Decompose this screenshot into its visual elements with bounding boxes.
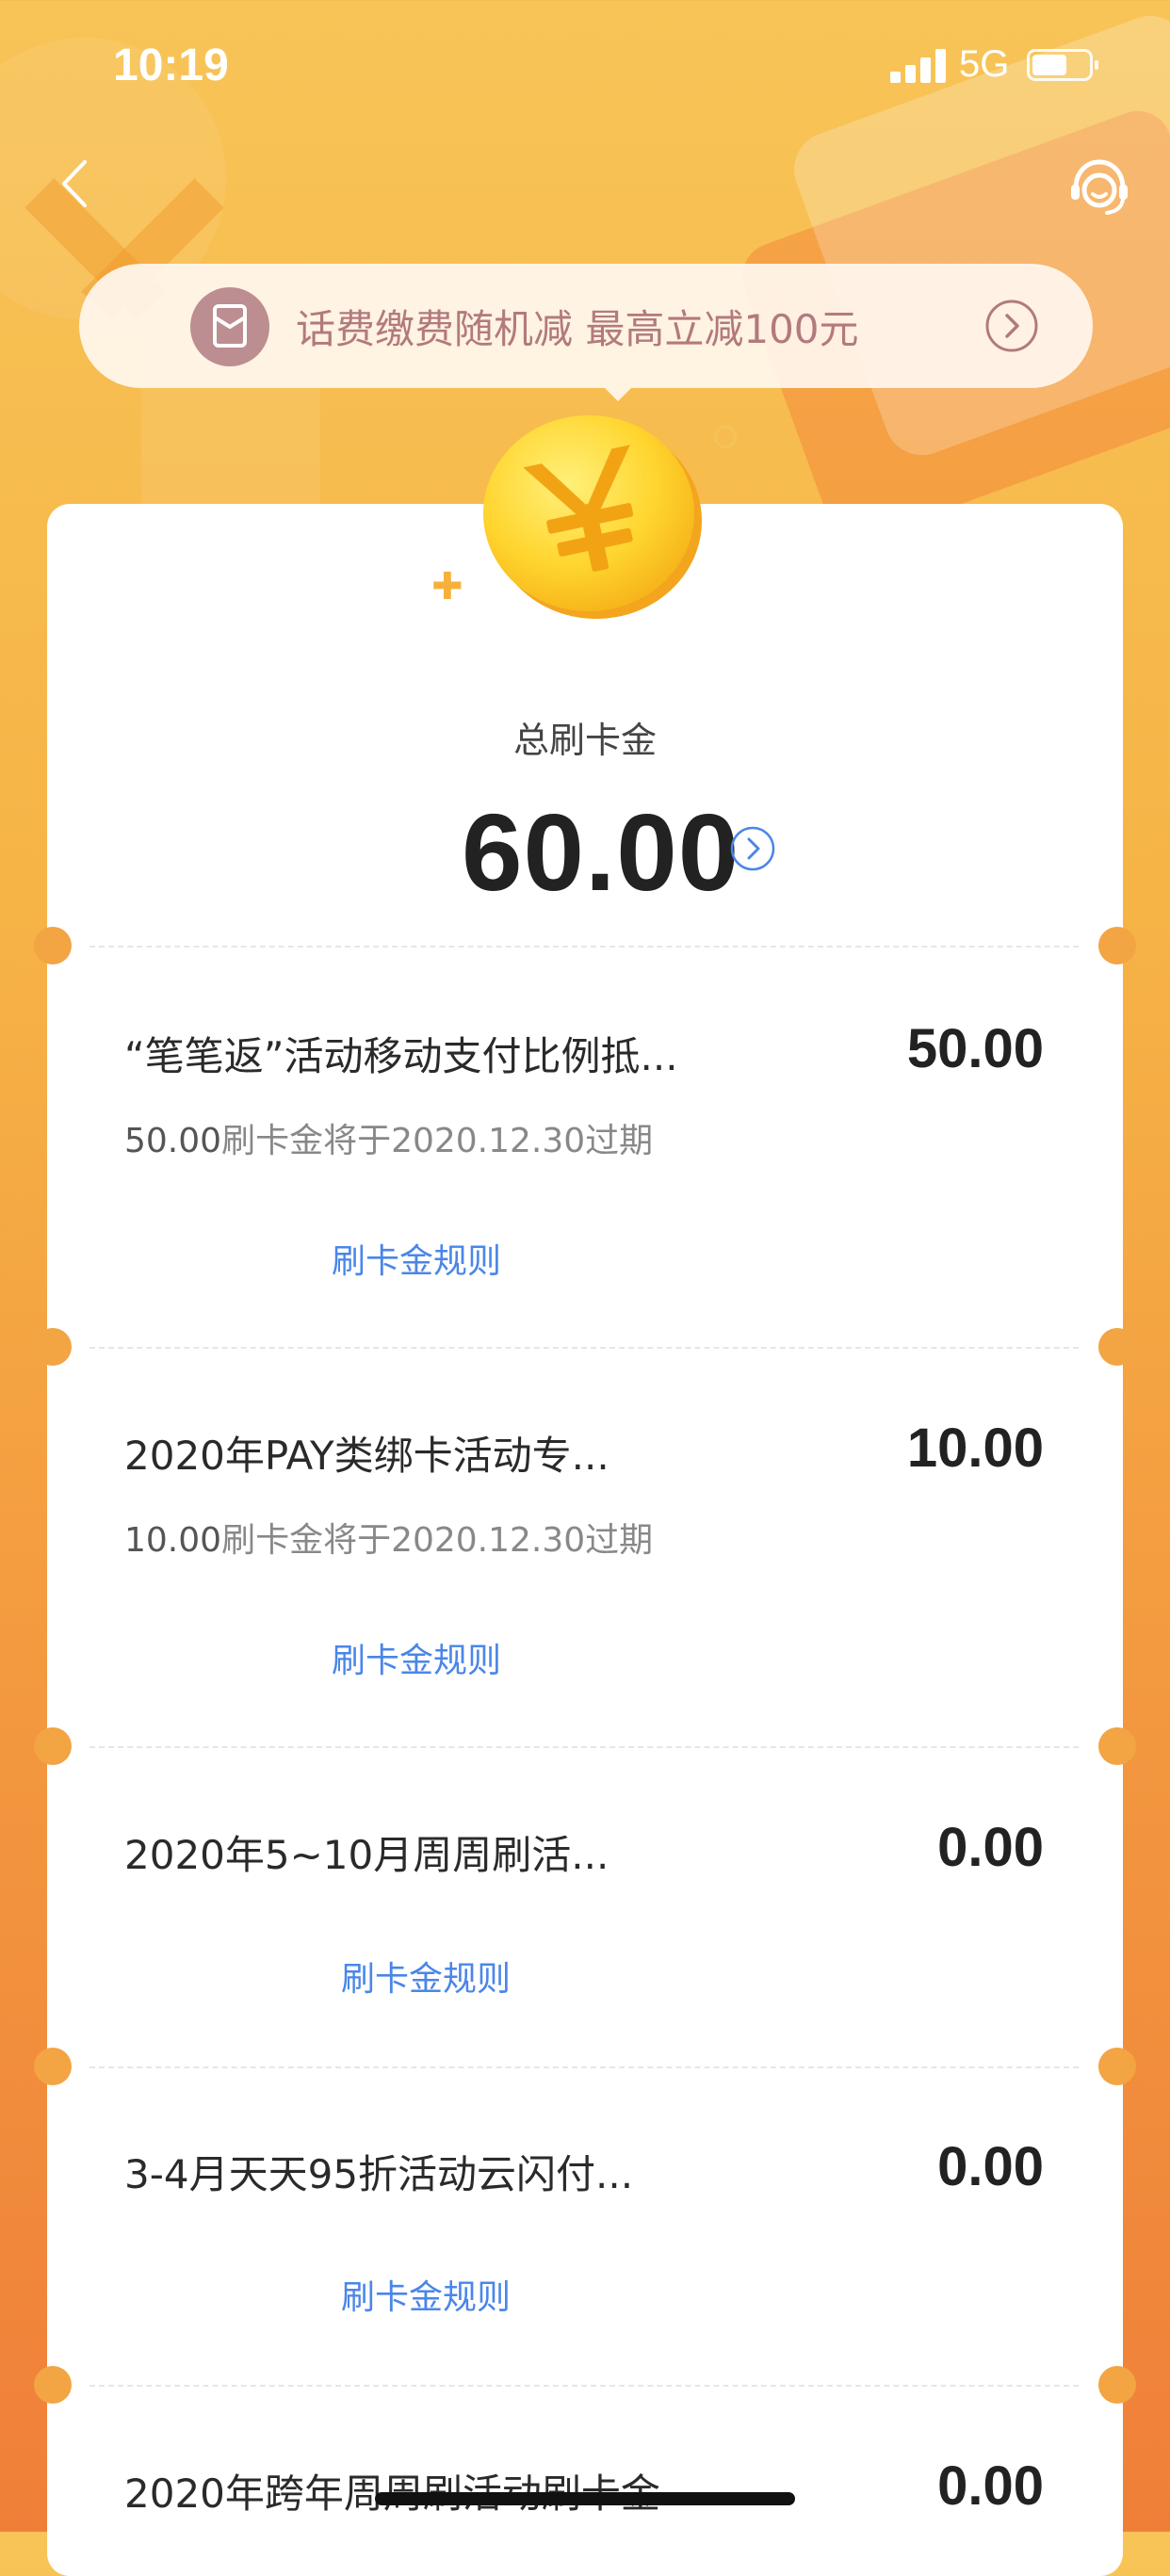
dashed-divider bbox=[89, 946, 1079, 948]
item-amount: 50.00 bbox=[906, 1018, 1044, 1079]
rules-link[interactable]: 刷卡金规则 bbox=[332, 1234, 501, 1283]
circle-decoration bbox=[714, 426, 737, 448]
ticket-notch bbox=[1098, 927, 1136, 964]
item-title: 2020年5~10月周周刷活... bbox=[124, 1832, 609, 1878]
chevron-right-circle-icon bbox=[730, 826, 775, 871]
expiry-amount: 50.00 bbox=[124, 1122, 222, 1160]
ticket-notch bbox=[34, 1727, 72, 1765]
total-label: 总刷卡金 bbox=[512, 720, 657, 761]
ticket-notch bbox=[34, 927, 72, 964]
item-title: “笔笔返”活动移动支付比例抵... bbox=[124, 1033, 678, 1079]
status-bar: 10:19 5G bbox=[0, 0, 1170, 132]
rules-link[interactable]: 刷卡金规则 bbox=[332, 1633, 501, 1682]
dashed-divider bbox=[89, 1746, 1079, 1748]
item-amount: 0.00 bbox=[937, 1817, 1044, 1878]
customer-service-icon bbox=[1071, 159, 1128, 215]
yen-coin-icon bbox=[476, 410, 711, 626]
red-envelope-icon bbox=[190, 287, 269, 366]
rules-link[interactable]: 刷卡金规则 bbox=[341, 1952, 511, 2001]
item-title: 2020年跨年周周刷活动刷卡金 bbox=[124, 2462, 660, 2519]
dashed-divider bbox=[89, 2385, 1079, 2387]
item-expiry: 50.00刷卡金将于2020.12.30过期 bbox=[124, 1113, 653, 1162]
customer-service-button[interactable] bbox=[1064, 153, 1134, 222]
item-amount: 10.00 bbox=[906, 1418, 1044, 1479]
signal-icon bbox=[890, 49, 947, 83]
item-title: 2020年PAY类绑卡活动专... bbox=[124, 1433, 609, 1479]
ticket-notch bbox=[1098, 1727, 1136, 1765]
item-title: 3-4月天天95折活动云闪付... bbox=[124, 2151, 634, 2197]
ticket-notch bbox=[1098, 2366, 1136, 2404]
ticket-notch bbox=[34, 1328, 72, 1366]
ticket-notch bbox=[1098, 1328, 1136, 1366]
ticket-notch bbox=[34, 2048, 72, 2085]
sparkle-decoration: ✚ bbox=[431, 565, 463, 608]
chevron-left-icon bbox=[62, 160, 87, 207]
dashed-divider bbox=[89, 1347, 1079, 1349]
item-expiry: 10.00刷卡金将于2020.12.30过期 bbox=[124, 1513, 653, 1562]
battery-icon bbox=[1027, 49, 1098, 81]
dashed-divider bbox=[89, 2066, 1079, 2068]
ticket-notch bbox=[1098, 2048, 1136, 2085]
expiry-text: 刷卡金将于2020.12.30过期 bbox=[221, 1521, 654, 1560]
expiry-text: 刷卡金将于2020.12.30过期 bbox=[221, 1122, 654, 1160]
ticket-notch bbox=[34, 2366, 72, 2404]
back-button[interactable] bbox=[47, 151, 113, 217]
total-value: 60.00 bbox=[462, 791, 740, 914]
promo-banner[interactable]: 话费缴费随机减 最高立减100元 bbox=[79, 264, 1093, 401]
status-time: 10:19 bbox=[113, 41, 229, 90]
rules-link[interactable]: 刷卡金规则 bbox=[341, 2270, 511, 2319]
network-label: 5G bbox=[959, 43, 1010, 85]
item-amount: 0.00 bbox=[937, 2136, 1044, 2197]
chevron-right-circle-icon bbox=[983, 298, 1040, 354]
expiry-amount: 10.00 bbox=[124, 1521, 222, 1560]
promo-text: 话费缴费随机减 最高立减100元 bbox=[296, 306, 859, 352]
home-indicator bbox=[375, 2492, 795, 2505]
total-detail-button[interactable] bbox=[729, 825, 776, 872]
item-amount: 0.00 bbox=[937, 2455, 1044, 2517]
